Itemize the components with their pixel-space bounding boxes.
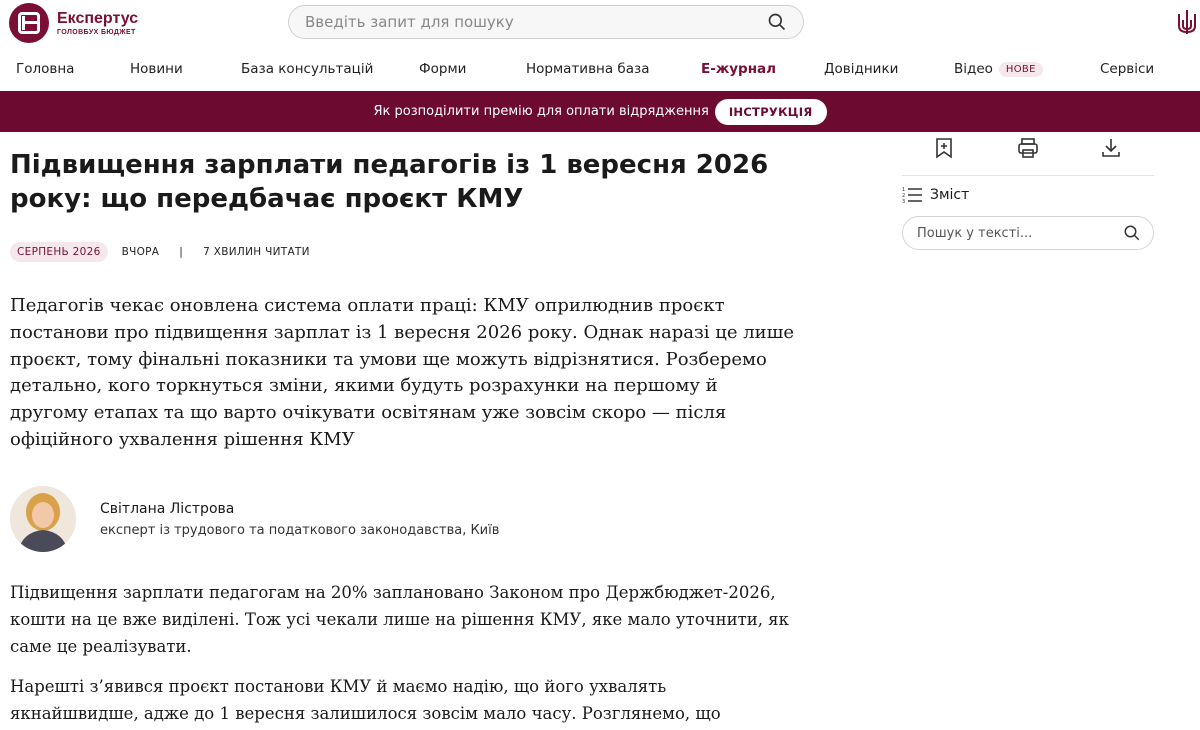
toc-toggle[interactable]: 1 2 3 Зміст: [902, 186, 969, 204]
download-icon[interactable]: [1099, 136, 1123, 160]
trident-icon: [1178, 10, 1196, 34]
search-icon[interactable]: [767, 12, 787, 32]
header: Експертус ГОЛОВБУХ БЮДЖЕТ: [0, 0, 1200, 48]
nav-item-video-label: Відео: [954, 61, 993, 77]
logo-text: Експертус ГОЛОВБУХ БЮДЖЕТ: [57, 9, 139, 36]
search-icon[interactable]: [1123, 224, 1141, 242]
nav-item-home[interactable]: Головна: [16, 61, 74, 77]
logo-mark: [9, 3, 49, 43]
article-tools: [930, 136, 1130, 164]
nav-item-video[interactable]: Відео НОВЕ: [954, 61, 1043, 77]
svg-text:3: 3: [902, 199, 905, 204]
issue-tag[interactable]: СЕРПЕНЬ 2026: [10, 242, 108, 262]
nav-item-ejournal[interactable]: Е-журнал: [701, 61, 776, 77]
author-block: Світлана Лістрова експерт із трудового т…: [10, 486, 499, 552]
nav-item-services[interactable]: Сервіси: [1100, 61, 1154, 77]
sidebar-divider: [902, 175, 1154, 176]
search-input[interactable]: [305, 13, 767, 31]
promo-banner: Як розподілити премію для оплати відрядж…: [0, 91, 1200, 132]
toc-label: Зміст: [930, 187, 970, 203]
author-role: експерт із трудового та податкового зако…: [100, 522, 500, 538]
print-icon[interactable]: [1016, 136, 1040, 160]
new-badge: НОВЕ: [998, 62, 1043, 77]
logo[interactable]: Експертус ГОЛОВБУХ БЮДЖЕТ: [9, 3, 138, 43]
logo-name: Експертус: [57, 9, 139, 27]
read-time: 7 ХВИЛИН ЧИТАТИ: [203, 246, 310, 258]
article-lead: Педагогів чекає оновлена система оплати …: [10, 295, 795, 450]
article-paragraph: Підвищення зарплати педагогам на 20% зап…: [10, 583, 789, 656]
logo-subtitle: ГОЛОВБУХ БЮДЖЕТ: [57, 28, 136, 36]
nav-item-normative[interactable]: Нормативна база: [526, 61, 649, 77]
article-meta: СЕРПЕНЬ 2026 ВЧОРА | 7 ХВИЛИН ЧИТАТИ: [10, 242, 310, 262]
article-paragraph: Нарешті з’явився проєкт постанови КМУ й …: [10, 677, 721, 723]
banner-text[interactable]: Як розподілити премію для оплати відрядж…: [373, 104, 708, 119]
avatar: [10, 486, 76, 552]
nav-item-consultations[interactable]: База консультацій: [241, 61, 373, 77]
list-icon: 1 2 3: [902, 187, 922, 204]
publish-date: ВЧОРА: [121, 246, 160, 258]
instruction-button[interactable]: ІНСТРУКЦІЯ: [714, 98, 827, 125]
author-name[interactable]: Світлана Лістрова: [100, 501, 499, 517]
meta-separator: |: [179, 246, 184, 258]
nav-item-directories[interactable]: Довідники: [824, 61, 898, 77]
text-search-input[interactable]: [917, 225, 1123, 241]
nav-item-news[interactable]: Новини: [130, 61, 183, 77]
author-info: Світлана Лістрова експерт із трудового т…: [100, 501, 499, 538]
main-nav: Головна Новини База консультацій Форми Н…: [0, 57, 1200, 83]
article-title: Підвищення зарплати педагогів із 1 верес…: [10, 150, 769, 214]
search-box: [288, 5, 804, 39]
text-search-box: [902, 216, 1154, 250]
nav-item-forms[interactable]: Форми: [419, 61, 466, 77]
bookmark-add-icon[interactable]: [932, 136, 956, 160]
